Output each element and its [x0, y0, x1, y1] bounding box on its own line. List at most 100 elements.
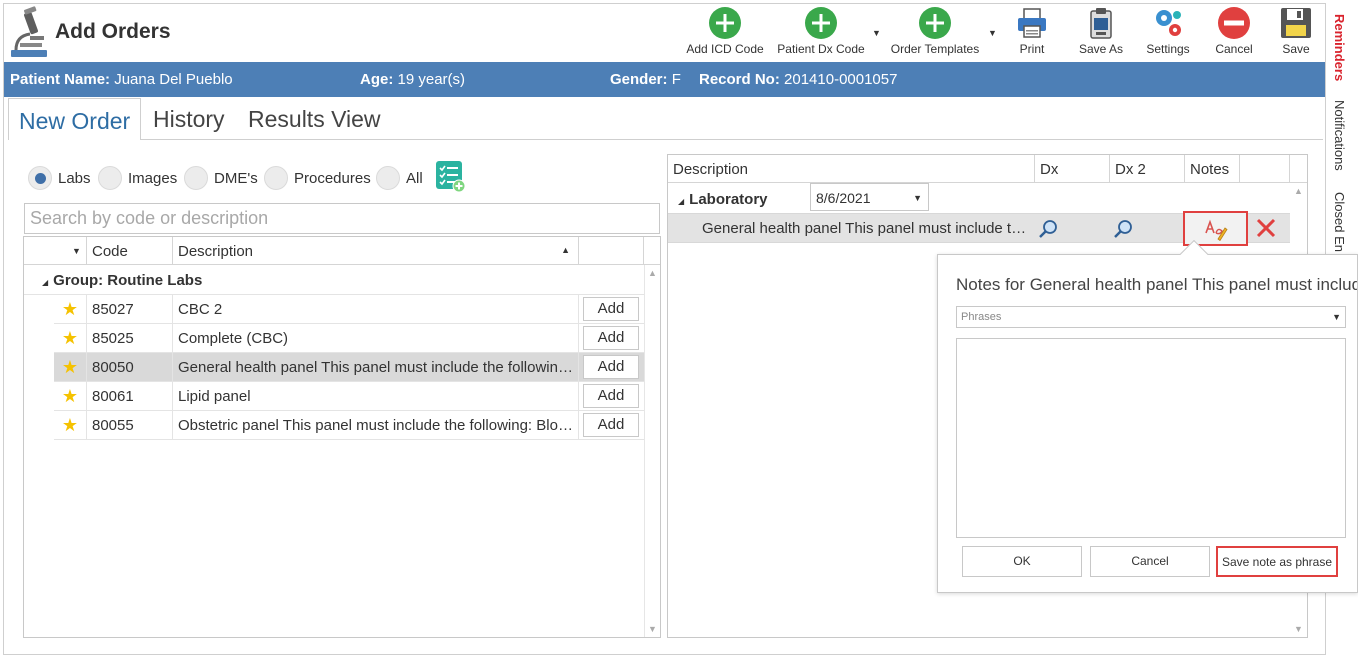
- add-button[interactable]: Add: [583, 355, 639, 379]
- patient-record-value: 201410-0001057: [784, 71, 898, 88]
- filter-all-label: All: [406, 170, 423, 187]
- add-column-header: [579, 237, 644, 265]
- main-tabs: New Order History Results View: [8, 98, 1323, 140]
- patient-record-label: Record No:: [699, 71, 780, 88]
- description-column-header[interactable]: Description: [668, 155, 1035, 183]
- row-code: 80050: [87, 353, 173, 382]
- plus-circle-icon: [709, 7, 741, 39]
- save-as-label: Save As: [1078, 42, 1124, 56]
- radio-icon: [264, 166, 288, 190]
- no-entry-icon: [1218, 7, 1250, 39]
- chevron-down-icon: ▼: [913, 193, 922, 203]
- phrases-placeholder: Phrases: [961, 311, 1002, 323]
- scroll-down-icon[interactable]: ▼: [1294, 624, 1303, 634]
- favorite-column-header[interactable]: ▼: [24, 237, 87, 265]
- save-button[interactable]: Save: [1274, 6, 1318, 60]
- patient-name-label: Patient Name:: [10, 71, 111, 88]
- tab-results-view[interactable]: Results View: [238, 106, 391, 133]
- side-tab-reminders[interactable]: Reminders: [1332, 14, 1347, 81]
- patient-dx-code-button[interactable]: Patient Dx Code: [776, 6, 866, 60]
- delete-icon[interactable]: [1255, 217, 1277, 239]
- collapse-triangle-icon: ◢: [678, 197, 685, 206]
- group-row[interactable]: ◢ Group: Routine Labs: [24, 266, 644, 295]
- order-templates-button[interactable]: Order Templates: [888, 6, 982, 60]
- order-templates-dropdown-icon[interactable]: ▼: [988, 28, 997, 38]
- row-code: 85025: [87, 324, 173, 353]
- notes-edit-icon: [1205, 219, 1228, 241]
- cancel-note-button[interactable]: Cancel: [1090, 546, 1210, 577]
- star-icon[interactable]: ★: [54, 324, 87, 353]
- save-as-button[interactable]: Save As: [1074, 6, 1128, 60]
- selected-orders-header: Description Dx Dx 2 Notes: [668, 155, 1307, 183]
- side-tab-closed-encounters[interactable]: Closed En: [1332, 192, 1347, 252]
- patient-age-value: 19 year(s): [397, 71, 466, 88]
- ok-button[interactable]: OK: [962, 546, 1082, 577]
- dx-search-icon[interactable]: [1038, 219, 1058, 239]
- star-icon[interactable]: ★: [54, 411, 87, 440]
- filter-images-label: Images: [128, 170, 178, 187]
- row-description: Obstetric panel This panel must include …: [173, 411, 579, 440]
- settings-button[interactable]: Settings: [1140, 6, 1196, 60]
- print-button[interactable]: Print: [1008, 6, 1056, 60]
- gears-icon: [1156, 10, 1181, 36]
- tab-history[interactable]: History: [143, 106, 235, 133]
- add-icd-code-button[interactable]: Add ICD Code: [684, 6, 766, 60]
- add-button[interactable]: Add: [583, 297, 639, 321]
- add-button[interactable]: Add: [583, 384, 639, 408]
- phrases-dropdown[interactable]: Phrases ▼: [956, 306, 1346, 328]
- order-row[interactable]: General health panel This panel must inc…: [668, 211, 1290, 246]
- dx-column-header[interactable]: Dx: [1035, 155, 1110, 183]
- plus-circle-icon: [805, 7, 837, 39]
- order-date-value: 8/6/2021: [816, 190, 871, 206]
- collapse-triangle-icon: ◢: [42, 278, 49, 287]
- radio-selected-icon: [28, 166, 52, 190]
- description-column-label: Description: [178, 243, 254, 260]
- microscope-icon: [11, 6, 47, 57]
- chevron-down-icon: ▼: [1332, 312, 1341, 322]
- actions-column-header: [1240, 155, 1290, 183]
- save-note-as-phrase-button[interactable]: Save note as phrase: [1216, 546, 1338, 577]
- patient-name-value: Juana Del Pueblo: [114, 71, 233, 88]
- side-tab-notifications[interactable]: Notifications: [1332, 100, 1347, 171]
- cancel-label: Cancel: [1215, 42, 1253, 56]
- star-icon[interactable]: ★: [54, 295, 87, 324]
- radio-icon: [376, 166, 400, 190]
- checklist-add-icon[interactable]: [436, 161, 466, 193]
- printer-icon: [1018, 8, 1046, 38]
- star-icon[interactable]: ★: [54, 353, 87, 382]
- row-description: Complete (CBC): [173, 324, 579, 353]
- table-row[interactable]: ★ 85027 CBC 2 Add: [54, 295, 644, 324]
- dx2-column-header[interactable]: Dx 2: [1110, 155, 1185, 183]
- table-row-selected[interactable]: ★ 80050 General health panel This panel …: [54, 353, 644, 382]
- plus-circle-icon: [919, 7, 951, 39]
- table-row[interactable]: ★ 80055 Obstetric panel This panel must …: [54, 411, 644, 440]
- description-column-header[interactable]: Description ▲: [173, 237, 579, 265]
- add-button[interactable]: Add: [583, 326, 639, 350]
- notes-textarea[interactable]: [956, 338, 1346, 538]
- cancel-button[interactable]: Cancel: [1210, 6, 1258, 60]
- laboratory-group[interactable]: ◢ Laboratory: [678, 191, 768, 208]
- patient-dx-dropdown-icon[interactable]: ▼: [872, 28, 881, 38]
- patient-gender-label: Gender:: [610, 71, 668, 88]
- table-row[interactable]: ★ 80061 Lipid panel Add: [54, 382, 644, 411]
- page-title: Add Orders: [55, 20, 171, 43]
- star-icon[interactable]: ★: [54, 382, 87, 411]
- notes-popup-title: Notes for General health panel This pane…: [956, 275, 1357, 294]
- scroll-up-icon[interactable]: ▲: [1294, 186, 1303, 196]
- scroll-down-icon[interactable]: ▼: [648, 624, 657, 634]
- catalog-scrollbar[interactable]: ▲ ▼: [644, 265, 660, 637]
- code-column-header[interactable]: Code: [87, 237, 173, 265]
- scroll-up-icon[interactable]: ▲: [648, 268, 657, 278]
- add-button[interactable]: Add: [583, 413, 639, 437]
- filter-procedures-label: Procedures: [294, 170, 371, 187]
- tab-new-order[interactable]: New Order: [8, 98, 142, 140]
- order-templates-label: Order Templates: [890, 42, 980, 56]
- table-row[interactable]: ★ 85025 Complete (CBC) Add: [54, 324, 644, 353]
- notes-column-header[interactable]: Notes: [1185, 155, 1240, 183]
- radio-icon: [98, 166, 122, 190]
- clipboard-icon: [1090, 8, 1112, 39]
- search-input[interactable]: [24, 203, 660, 234]
- dx2-search-icon[interactable]: [1113, 219, 1133, 239]
- filter-dmes-label: DME's: [214, 170, 258, 187]
- order-date-select[interactable]: 8/6/2021 ▼: [810, 183, 929, 211]
